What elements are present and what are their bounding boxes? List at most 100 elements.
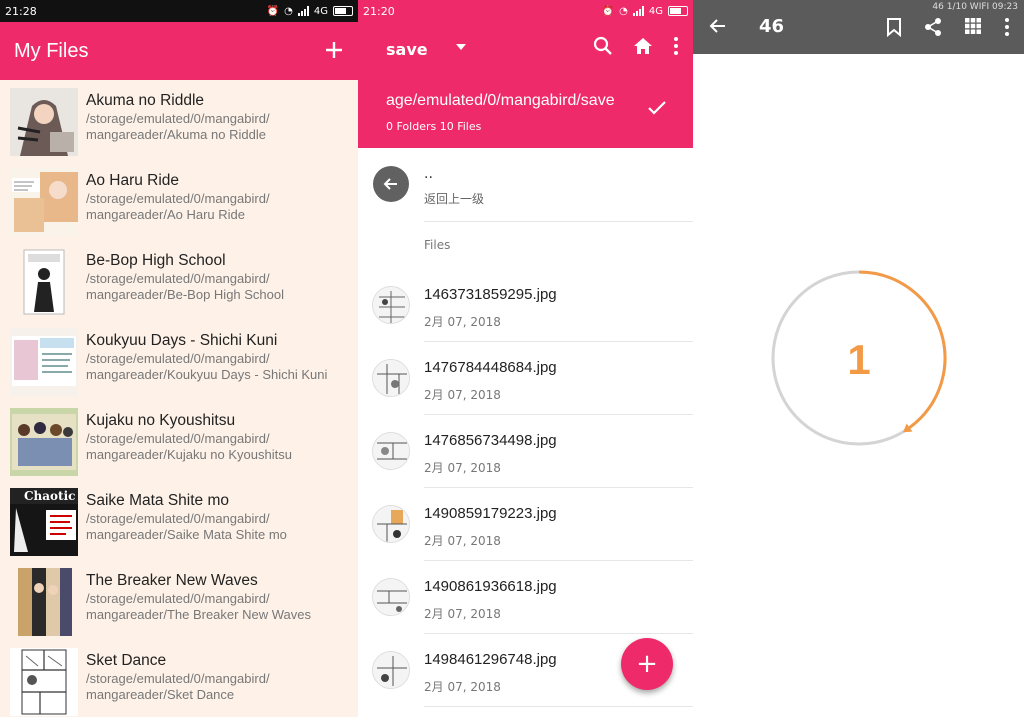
manga-path: mangareader/Be-Bop High School <box>86 287 285 302</box>
manga-cover <box>10 88 78 156</box>
folder-file-count: 0 Folders 10 Files <box>386 120 482 133</box>
file-row[interactable]: 1490861936618.jpg 2月 07, 2018 <box>358 560 693 634</box>
manga-cover <box>10 648 78 716</box>
list-item[interactable]: Kujaku no Kyoushitsu /storage/emulated/0… <box>0 400 358 480</box>
parent-directory-row[interactable]: .. 返回上一级 <box>358 148 693 222</box>
file-thumbnail <box>372 651 410 689</box>
list-item[interactable]: Chaotic Saike Mata Shite mo /storage/emu… <box>0 480 358 560</box>
file-name: 1463731859295.jpg <box>424 286 557 303</box>
file-row[interactable]: 1476784448684.jpg 2月 07, 2018 <box>358 341 693 415</box>
manga-title: The Breaker New Waves <box>86 572 258 589</box>
manga-title: Ao Haru Ride <box>86 172 180 189</box>
add-button[interactable] <box>324 37 344 65</box>
manga-title: Sket Dance <box>86 652 167 669</box>
share-icon[interactable] <box>924 17 942 37</box>
grid-icon[interactable] <box>964 17 982 35</box>
my-files-screen: 21:28 ⏰ ◔ 4G My Files Akuma no Riddle /s… <box>0 0 358 717</box>
mini-status: 46 1/10 WIFI 09:23 <box>932 2 1018 12</box>
manga-path: mangareader/Sket Dance <box>86 687 235 702</box>
list-item[interactable]: The Breaker New Waves /storage/emulated/… <box>0 560 358 640</box>
cover-title: Chaotic <box>24 489 76 503</box>
status-time: 21:28 <box>5 4 37 18</box>
reader-screen: 46 1/10 WIFI 09:23 46 1 <box>693 0 1024 717</box>
manga-title: Be-Bop High School <box>86 252 226 269</box>
plus-icon <box>326 42 342 58</box>
more-vert-icon[interactable] <box>1004 17 1010 37</box>
folder-dropdown[interactable]: save <box>386 40 428 59</box>
signal-icon <box>632 6 644 16</box>
manga-path: mangareader/Saike Mata Shite mo <box>86 527 287 542</box>
file-thumbnail <box>372 578 410 616</box>
file-date: 2月 07, 2018 <box>424 388 501 402</box>
arrow-left-icon[interactable] <box>709 17 727 35</box>
manga-path: /storage/emulated/0/mangabird/ <box>86 591 270 606</box>
status-bar: 21:20 ⏰ ◔ 4G <box>358 0 693 22</box>
manga-cover <box>10 408 78 476</box>
reader-toolbar: 46 1/10 WIFI 09:23 46 <box>693 0 1024 54</box>
file-thumbnail <box>372 432 410 470</box>
manga-cover: Chaotic <box>10 488 78 556</box>
parent-dots: .. <box>424 166 433 182</box>
file-name: 1498461296748.jpg <box>424 651 557 668</box>
back-arrow-icon <box>373 166 409 202</box>
manga-list: Akuma no Riddle /storage/emulated/0/mang… <box>0 80 358 717</box>
list-item[interactable]: Akuma no Riddle /storage/emulated/0/mang… <box>0 80 358 160</box>
parent-label: 返回上一级 <box>424 192 485 206</box>
battery-icon <box>668 6 688 16</box>
manga-path: mangareader/The Breaker New Waves <box>86 607 311 622</box>
file-browser-screen: 21:20 ⏰ ◔ 4G save age/emulated/0/mangabi… <box>358 0 693 717</box>
file-date: 2月 07, 2018 <box>424 607 501 621</box>
wifi-icon: ◔ <box>619 5 628 17</box>
list-item[interactable]: Be-Bop High School /storage/emulated/0/m… <box>0 240 358 320</box>
battery-icon <box>333 6 353 16</box>
file-date: 2月 07, 2018 <box>424 315 501 329</box>
browser-header: save age/emulated/0/mangabird/save 0 Fol… <box>358 22 693 148</box>
manga-path: /storage/emulated/0/mangabird/ <box>86 671 270 686</box>
manga-cover <box>10 168 78 236</box>
alarm-icon: ⏰ <box>266 5 280 17</box>
app-bar: My Files <box>0 22 358 80</box>
wifi-icon: ◔ <box>284 5 293 17</box>
page-title: My Files <box>14 39 89 62</box>
manga-path: /storage/emulated/0/mangabird/ <box>86 191 270 206</box>
divider <box>424 221 693 222</box>
check-icon[interactable] <box>647 100 667 116</box>
list-item[interactable]: Sket Dance /storage/emulated/0/mangabird… <box>0 640 358 717</box>
file-name: 1490859179223.jpg <box>424 505 557 522</box>
file-row[interactable]: 1463731859295.jpg 2月 07, 2018 <box>358 268 693 342</box>
manga-path: mangareader/Ao Haru Ride <box>86 207 245 222</box>
file-date: 2月 07, 2018 <box>424 461 501 475</box>
more-vert-icon[interactable] <box>673 36 679 56</box>
manga-cover <box>10 568 78 636</box>
file-thumbnail <box>372 505 410 543</box>
manga-path: /storage/emulated/0/mangabird/ <box>86 431 270 446</box>
file-row[interactable]: 1490859179223.jpg 2月 07, 2018 <box>358 487 693 561</box>
manga-path: mangareader/Akuma no Riddle <box>86 127 266 142</box>
file-name: 1476856734498.jpg <box>424 432 557 449</box>
add-fab-button[interactable]: + <box>621 638 673 690</box>
bookmark-icon[interactable] <box>886 17 902 37</box>
file-date: 2月 07, 2018 <box>424 680 501 694</box>
manga-path: /storage/emulated/0/mangabird/ <box>86 271 270 286</box>
status-time: 21:20 <box>363 4 395 18</box>
alarm-icon: ⏰ <box>601 5 615 17</box>
manga-path: mangareader/Koukyuu Days - Shichi Kuni <box>86 367 328 382</box>
current-path: age/emulated/0/mangabird/save <box>386 92 615 109</box>
list-item[interactable]: Ao Haru Ride /storage/emulated/0/mangabi… <box>0 160 358 240</box>
search-icon[interactable] <box>593 36 613 56</box>
manga-path: /storage/emulated/0/mangabird/ <box>86 111 270 126</box>
manga-title: Saike Mata Shite mo <box>86 492 230 509</box>
chevron-down-icon[interactable] <box>456 44 466 50</box>
status-bar: 21:28 ⏰ ◔ 4G <box>0 0 358 22</box>
list-item[interactable]: Koukyuu Days - Shichi Kuni /storage/emul… <box>0 320 358 400</box>
progress-arc <box>858 270 947 429</box>
loading-number: 1 <box>847 336 870 383</box>
section-header: Files <box>424 238 451 252</box>
manga-path: mangareader/Kujaku no Kyoushitsu <box>86 447 292 462</box>
manga-cover <box>10 328 78 396</box>
file-row[interactable]: 1476856734498.jpg 2月 07, 2018 <box>358 414 693 488</box>
home-icon[interactable] <box>633 36 653 56</box>
file-thumbnail <box>372 359 410 397</box>
manga-cover <box>10 248 78 316</box>
signal-icon <box>297 6 309 16</box>
